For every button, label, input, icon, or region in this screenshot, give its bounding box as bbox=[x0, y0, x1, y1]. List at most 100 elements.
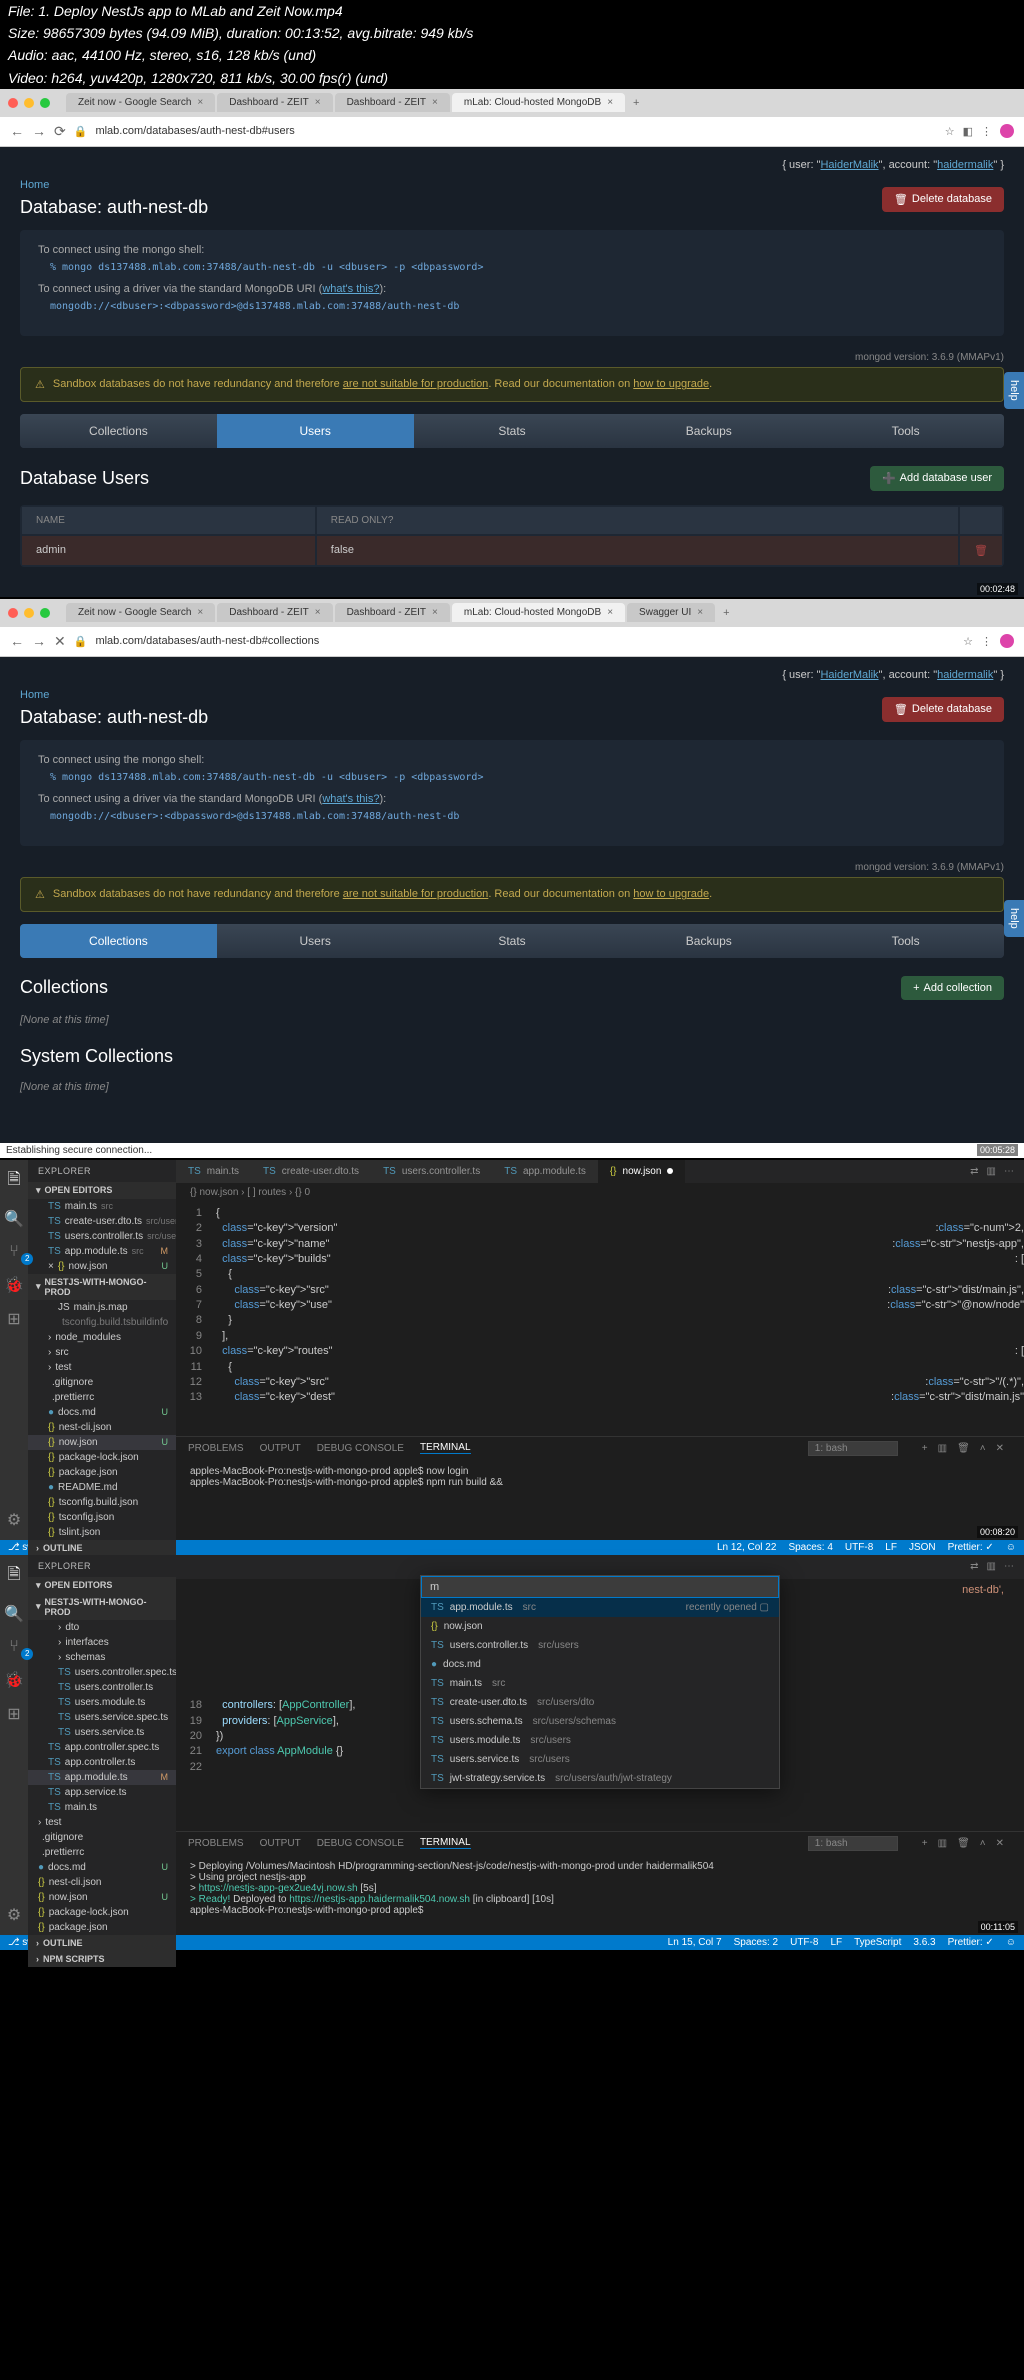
browser-tab[interactable]: Dashboard - ZEIT× bbox=[335, 93, 450, 112]
outline-section[interactable]: ›OUTLINE bbox=[28, 1935, 176, 1951]
terminal-select[interactable]: 1: bash bbox=[808, 1836, 898, 1851]
avatar[interactable] bbox=[1000, 124, 1014, 138]
tab-backups[interactable]: Backups bbox=[610, 924, 807, 958]
status-item[interactable]: Ln 12, Col 22 bbox=[717, 1542, 777, 1553]
quickopen-item[interactable]: ●docs.md bbox=[421, 1655, 779, 1674]
user-link[interactable]: HaiderMalik bbox=[820, 159, 878, 171]
terminal-tab[interactable]: TERMINAL bbox=[420, 1837, 471, 1849]
compare-icon[interactable]: ⇄ bbox=[970, 1166, 978, 1177]
quickopen-item[interactable]: TSmain.tssrc bbox=[421, 1674, 779, 1693]
sidebar-item[interactable]: TSusers.service.spec.ts bbox=[28, 1710, 176, 1725]
forward-icon[interactable]: → bbox=[32, 633, 46, 649]
sidebar-item[interactable]: .prettierrc bbox=[28, 1845, 176, 1860]
files-icon[interactable]: 🗎 bbox=[8, 1168, 21, 1195]
close-icon[interactable] bbox=[8, 98, 18, 108]
status-item[interactable]: ☺ bbox=[1006, 1937, 1016, 1948]
npm-section[interactable]: ›NPM SCRIPTS bbox=[28, 1951, 176, 1967]
sidebar-item[interactable]: TSusers.controller.ts bbox=[28, 1680, 176, 1695]
trash-icon[interactable]: 🗑 bbox=[957, 1443, 970, 1454]
forward-icon[interactable]: → bbox=[32, 123, 46, 139]
warning-link[interactable]: are not suitable for production bbox=[343, 378, 489, 390]
status-item[interactable]: UTF-8 bbox=[790, 1937, 818, 1948]
back-icon[interactable]: ← bbox=[10, 123, 24, 139]
browser-tab-active[interactable]: mLab: Cloud-hosted MongoDB× bbox=[452, 93, 625, 112]
status-item[interactable]: Prettier: ✓ bbox=[948, 1542, 994, 1553]
plus-icon[interactable]: + bbox=[922, 1443, 928, 1454]
editor-tab[interactable]: TSmain.ts bbox=[176, 1160, 251, 1183]
delete-database-button[interactable]: 🗑Delete database bbox=[882, 187, 1004, 212]
extension-icon[interactable]: ◧ bbox=[963, 125, 973, 138]
browser-tab[interactable]: Dashboard - ZEIT× bbox=[217, 603, 332, 622]
close-icon[interactable]: × bbox=[197, 97, 203, 108]
sidebar-item[interactable]: {}nest-cli.json bbox=[28, 1420, 176, 1435]
tab-tools[interactable]: Tools bbox=[807, 924, 1004, 958]
editor-tab[interactable]: TScreate-user.dto.ts bbox=[251, 1160, 371, 1183]
quickopen-item[interactable]: {}now.json bbox=[421, 1617, 779, 1636]
split-icon[interactable]: ▥ bbox=[987, 1166, 996, 1177]
tab-collections[interactable]: Collections bbox=[20, 414, 217, 448]
sidebar-item[interactable]: TSapp.service.ts bbox=[28, 1785, 176, 1800]
sidebar-item[interactable]: {}tslint.json bbox=[28, 1525, 176, 1540]
sidebar-item[interactable]: ●README.md bbox=[28, 1480, 176, 1495]
sidebar-item[interactable]: ●docs.mdU bbox=[28, 1860, 176, 1875]
tab-users[interactable]: Users bbox=[217, 414, 414, 448]
sidebar-item[interactable]: tsconfig.build.tsbuildinfo bbox=[28, 1315, 176, 1330]
terminal-tab[interactable]: TERMINAL bbox=[420, 1442, 471, 1454]
quickopen-item[interactable]: TScreate-user.dto.tssrc/users/dto bbox=[421, 1693, 779, 1712]
status-item[interactable]: UTF-8 bbox=[845, 1542, 873, 1553]
whats-this-link[interactable]: what's this? bbox=[322, 283, 379, 295]
upgrade-link[interactable]: how to upgrade bbox=[633, 378, 709, 390]
sidebar-item[interactable]: {}nest-cli.json bbox=[28, 1875, 176, 1890]
close-icon[interactable]: × bbox=[432, 97, 438, 108]
sidebar-item[interactable]: TSapp.module.ts srcM bbox=[28, 1244, 176, 1259]
debug-icon[interactable]: 🐞 bbox=[4, 1275, 24, 1295]
browser-tab[interactable]: Zeit now - Google Search× bbox=[66, 603, 215, 622]
output-tab[interactable]: OUTPUT bbox=[260, 1838, 301, 1849]
sidebar-item[interactable]: ●docs.mdU bbox=[28, 1405, 176, 1420]
sidebar-item[interactable]: .prettierrc bbox=[28, 1390, 176, 1405]
problems-tab[interactable]: PROBLEMS bbox=[188, 1443, 244, 1454]
chevron-up-icon[interactable]: ˄ bbox=[980, 1838, 986, 1849]
home-link[interactable]: Home bbox=[20, 689, 49, 701]
gear-icon[interactable]: ⚙ bbox=[7, 1905, 21, 1925]
browser-tab[interactable]: Zeit now - Google Search× bbox=[66, 93, 215, 112]
quickopen-item[interactable]: TSjwt-strategy.service.tssrc/users/auth/… bbox=[421, 1769, 779, 1788]
close-icon[interactable] bbox=[8, 608, 18, 618]
debug-icon[interactable]: 🐞 bbox=[4, 1670, 24, 1690]
menu-icon[interactable]: ⋮ bbox=[981, 635, 992, 648]
compare-icon[interactable]: ⇄ bbox=[970, 1561, 978, 1572]
close-icon[interactable]: ✕ bbox=[996, 1443, 1004, 1454]
open-editors-section[interactable]: ▾OPEN EDITORS bbox=[28, 1577, 176, 1594]
user-link[interactable]: HaiderMalik bbox=[820, 669, 878, 681]
more-icon[interactable]: ⋯ bbox=[1004, 1166, 1014, 1177]
maximize-icon[interactable] bbox=[40, 608, 50, 618]
tab-backups[interactable]: Backups bbox=[610, 414, 807, 448]
add-database-user-button[interactable]: ➕Add database user bbox=[870, 466, 1004, 491]
quickopen-item[interactable]: TSusers.controller.tssrc/users bbox=[421, 1636, 779, 1655]
sidebar-item[interactable]: TSusers.controller.ts src/users bbox=[28, 1229, 176, 1244]
status-item[interactable]: Ln 15, Col 7 bbox=[668, 1937, 722, 1948]
url-input[interactable]: mlab.com/databases/auth-nest-db#users bbox=[95, 125, 936, 137]
sidebar-item[interactable]: ›node_modules bbox=[28, 1330, 176, 1345]
status-item[interactable]: Spaces: 2 bbox=[734, 1937, 778, 1948]
editor-breadcrumb[interactable]: {} now.json › [ ] routes › {} 0 bbox=[176, 1183, 1024, 1202]
help-tab[interactable]: help bbox=[1004, 372, 1024, 409]
close-icon[interactable]: ✕ bbox=[996, 1838, 1004, 1849]
whats-this-link[interactable]: what's this? bbox=[322, 793, 379, 805]
status-item[interactable]: Spaces: 4 bbox=[788, 1542, 832, 1553]
sidebar-item[interactable]: TSusers.controller.spec.ts bbox=[28, 1665, 176, 1680]
terminal-output[interactable]: apples-MacBook-Pro:nestjs-with-mongo-pro… bbox=[176, 1460, 1024, 1540]
sidebar-item[interactable]: {}tsconfig.build.json bbox=[28, 1495, 176, 1510]
status-item[interactable]: JSON bbox=[909, 1542, 936, 1553]
extensions-icon[interactable]: ⊞ bbox=[7, 1704, 20, 1724]
quickopen-item[interactable]: TSusers.schema.tssrc/users/schemas bbox=[421, 1712, 779, 1731]
close-icon[interactable]: × bbox=[315, 97, 321, 108]
plus-icon[interactable]: + bbox=[922, 1838, 928, 1849]
window-controls[interactable] bbox=[0, 600, 58, 626]
minimize-icon[interactable] bbox=[24, 608, 34, 618]
sidebar-item[interactable]: ›test bbox=[28, 1360, 176, 1375]
reload-icon[interactable]: ⟳ bbox=[54, 123, 66, 140]
sidebar-item[interactable]: ›test bbox=[28, 1815, 176, 1830]
scm-icon[interactable]: ⑂2 bbox=[9, 1243, 19, 1261]
status-item[interactable]: Prettier: ✓ bbox=[948, 1937, 994, 1948]
